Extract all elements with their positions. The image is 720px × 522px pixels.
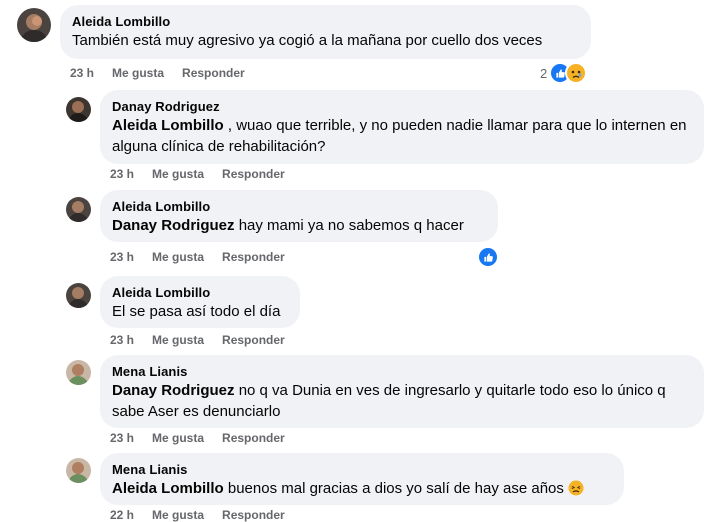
comment-actions: 23 h Me gusta Responder (110, 333, 303, 347)
avatar-mena[interactable] (66, 360, 91, 385)
reaction-count: 2 (540, 65, 548, 81)
reaction-summary[interactable]: 2 (540, 62, 588, 84)
reply-button[interactable]: Responder (222, 250, 285, 264)
comment-author[interactable]: Danay Rodriguez (112, 98, 692, 115)
reply-button[interactable]: Responder (222, 431, 285, 445)
avatar-aleida[interactable] (66, 283, 91, 308)
comment-timestamp[interactable]: 23 h (110, 431, 134, 445)
mention-link[interactable]: Danay Rodriguez (112, 382, 235, 399)
avatar-danay[interactable] (66, 97, 91, 122)
comment-bubble: Aleida Lombillo Danay Rodriguez hay mami… (100, 190, 498, 242)
comment-author[interactable]: Mena Lianis (112, 461, 612, 478)
reaction-summary[interactable] (477, 246, 499, 268)
comment-author[interactable]: Aleida Lombillo (112, 198, 486, 215)
comment-text: Danay Rodriguez no q va Dunia en ves de … (112, 382, 666, 420)
tired-face-emoji-icon (568, 480, 584, 496)
mention-link[interactable]: Aleida Lombillo (112, 117, 224, 134)
sad-reaction-icon (565, 62, 588, 84)
comment-bubble: Aleida Lombillo El se pasa así todo el d… (100, 276, 300, 328)
like-button[interactable]: Me gusta (152, 431, 204, 445)
comment-bubble: Mena Lianis Aleida Lombillo buenos mal g… (100, 453, 624, 505)
comment-timestamp[interactable]: 23 h (110, 333, 134, 347)
comment-timestamp[interactable]: 23 h (110, 167, 134, 181)
comment-timestamp[interactable]: 23 h (110, 250, 134, 264)
comment-actions: 23 h Me gusta Responder (110, 431, 303, 445)
comment-text: El se pasa así todo el día (112, 303, 281, 320)
like-button[interactable]: Me gusta (152, 250, 204, 264)
reply-button[interactable]: Responder (222, 167, 285, 181)
comment-timestamp[interactable]: 22 h (110, 508, 134, 522)
comment-actions: 22 h Me gusta Responder (110, 508, 303, 522)
comment-author[interactable]: Aleida Lombillo (112, 284, 288, 301)
comment-text: Aleida Lombillo , wuao que terrible, y n… (112, 117, 687, 155)
avatar-mena[interactable] (66, 458, 91, 483)
reply-button[interactable]: Responder (182, 66, 245, 80)
like-button[interactable]: Me gusta (152, 333, 204, 347)
comment-actions: 23 h Me gusta Responder (70, 66, 263, 80)
avatar-aleida[interactable] (17, 8, 51, 42)
comment-author[interactable]: Mena Lianis (112, 363, 692, 380)
comment-text: También está muy agresivo ya cogió a la … (72, 32, 543, 49)
comment-author[interactable]: Aleida Lombillo (72, 13, 579, 30)
reply-button[interactable]: Responder (222, 333, 285, 347)
comment-bubble: Aleida Lombillo También está muy agresiv… (60, 5, 591, 59)
like-button[interactable]: Me gusta (152, 167, 204, 181)
like-button[interactable]: Me gusta (112, 66, 164, 80)
comment-text: Danay Rodriguez hay mami ya no sabemos q… (112, 217, 464, 234)
comment-actions: 23 h Me gusta Responder (110, 167, 303, 181)
reply-button[interactable]: Responder (222, 508, 285, 522)
mention-link[interactable]: Aleida Lombillo (112, 480, 224, 497)
avatar-aleida[interactable] (66, 197, 91, 222)
comment-timestamp[interactable]: 23 h (70, 66, 94, 80)
comment-bubble: Danay Rodriguez Aleida Lombillo , wuao q… (100, 90, 704, 164)
like-reaction-icon (477, 246, 499, 268)
mention-link[interactable]: Danay Rodriguez (112, 217, 235, 234)
comment-bubble: Mena Lianis Danay Rodriguez no q va Duni… (100, 355, 704, 428)
comment-text: Aleida Lombillo buenos mal gracias a dio… (112, 478, 612, 499)
like-button[interactable]: Me gusta (152, 508, 204, 522)
comment-actions: 23 h Me gusta Responder (110, 250, 303, 264)
